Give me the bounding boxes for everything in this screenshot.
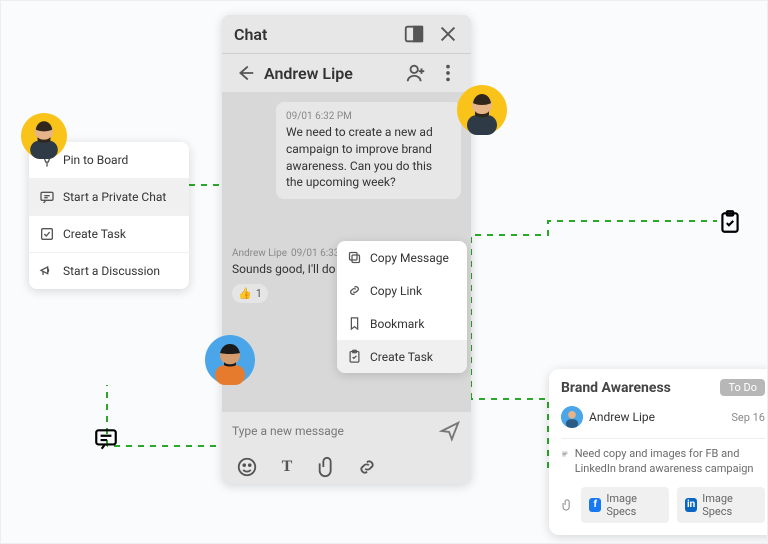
smiley-icon[interactable] — [236, 456, 258, 478]
menu-item-label: Pin to Board — [63, 153, 128, 167]
reaction[interactable]: 👍 1 — [232, 284, 268, 303]
compose-toolbar: T — [222, 450, 471, 484]
task-description: Need copy and images for FB and LinkedIn… — [575, 447, 765, 477]
menu-item-label: Copy Message — [370, 251, 449, 265]
add-user-icon[interactable] — [405, 62, 427, 84]
message-context-menu: Copy Message Copy Link Bookmark Create T… — [337, 241, 467, 373]
start-private-chat-item[interactable]: Start a Private Chat — [29, 178, 189, 215]
task-clipboard-icon — [717, 209, 743, 235]
menu-item-label: Bookmark — [370, 317, 424, 331]
start-discussion-item[interactable]: Start a Discussion — [29, 252, 189, 289]
chat-bubble-icon — [93, 426, 119, 452]
text-format-icon[interactable]: T — [276, 456, 298, 478]
assignee-name: Andrew Lipe — [589, 410, 655, 424]
chat-header: Chat — [222, 15, 471, 53]
facebook-icon: f — [589, 498, 601, 512]
menu-item-label: Create Task — [370, 350, 433, 364]
attachment-chip-fb[interactable]: f Image Specs — [581, 487, 669, 523]
linkedin-icon: in — [685, 498, 697, 512]
due-date: Sep 16 — [731, 411, 765, 424]
task-card[interactable]: Brand Awareness To Do Andrew Lipe Sep 16… — [549, 369, 768, 535]
chat-subheader: Andrew Lipe — [222, 53, 471, 92]
send-icon[interactable] — [439, 420, 461, 442]
menu-item-label: Create Task — [63, 227, 126, 241]
menu-item-label: Copy Link — [370, 284, 422, 298]
thumbs-up-icon: 👍 — [238, 286, 252, 301]
kebab-icon[interactable] — [437, 62, 459, 84]
create-task-item[interactable]: Create Task — [337, 340, 467, 373]
message-author: Andrew Lipe — [232, 247, 287, 261]
compose-row: Type a new message — [222, 412, 471, 450]
task-title: Brand Awareness — [561, 380, 671, 396]
close-icon[interactable] — [437, 23, 459, 45]
status-badge: To Do — [720, 379, 765, 396]
avatar[interactable] — [205, 335, 255, 385]
panel-toggle-icon[interactable] — [403, 23, 425, 45]
link-icon[interactable] — [356, 456, 378, 478]
paperclip-icon — [561, 498, 573, 512]
task-description-row: Need copy and images for FB and LinkedIn… — [561, 447, 765, 477]
copy-link-item[interactable]: Copy Link — [337, 274, 467, 307]
contact-name: Andrew Lipe — [264, 64, 353, 83]
timestamp: 09/01 6:32 PM — [286, 110, 451, 124]
chip-label: Image Specs — [702, 492, 757, 518]
avatar — [561, 406, 583, 428]
attachment-chip-in[interactable]: in Image Specs — [677, 487, 765, 523]
text-icon — [561, 447, 569, 461]
menu-item-label: Start a Private Chat — [63, 190, 166, 204]
create-task-item[interactable]: Create Task — [29, 215, 189, 252]
avatar[interactable] — [21, 113, 67, 159]
paperclip-icon[interactable] — [316, 456, 338, 478]
reaction-count: 1 — [256, 286, 262, 301]
profile-menu: Pin to Board Start a Private Chat Create… — [29, 142, 189, 289]
message-text: We need to create a new ad campaign to i… — [286, 124, 451, 191]
chip-label: Image Specs — [606, 492, 661, 518]
message-outgoing[interactable]: 09/01 6:32 PM We need to create a new ad… — [276, 102, 461, 199]
message-input[interactable]: Type a new message — [232, 424, 344, 438]
avatar[interactable] — [457, 85, 507, 135]
copy-message-item[interactable]: Copy Message — [337, 241, 467, 274]
back-icon[interactable] — [234, 62, 256, 84]
chat-title: Chat — [234, 25, 267, 44]
menu-item-label: Start a Discussion — [63, 264, 160, 278]
bookmark-item[interactable]: Bookmark — [337, 307, 467, 340]
